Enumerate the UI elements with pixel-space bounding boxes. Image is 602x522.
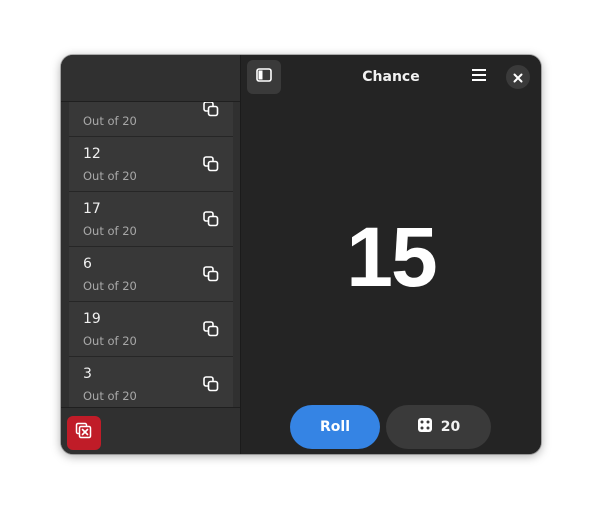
history-subtitle: Out of 20 [83,334,137,348]
history-subtitle: Out of 20 [83,114,137,128]
hamburger-menu-icon [471,67,487,87]
copy-icon[interactable] [201,319,221,339]
dice-icon [417,417,433,437]
close-button[interactable] [506,65,530,89]
history-subtitle: Out of 20 [83,169,137,183]
history-subtitle: Out of 20 [83,279,137,293]
main-content: Chance 15 Roll 20 [241,55,541,454]
roll-button[interactable]: Roll [290,405,380,449]
history-subtitle: Out of 20 [83,389,137,403]
history-row: 3 Out of 20 [69,357,233,407]
copy-icon[interactable] [201,209,221,229]
copy-icon[interactable] [201,264,221,284]
dice-selector-button[interactable]: 20 [386,405,491,449]
history-value: 17 [83,201,101,217]
main-menu-button[interactable] [467,65,491,89]
history-row: 6 Out of 20 [69,247,233,302]
history-value: 3 [83,366,92,382]
close-icon [513,68,523,87]
history-row: 17 Out of 20 [69,192,233,247]
history-row: 12 Out of 20 [69,137,233,192]
history-subtitle: Out of 20 [83,224,137,238]
app-window: Out of 20 12 Out of 20 17 Out of 20 6 Ou… [61,55,541,454]
history-sidebar: Out of 20 12 Out of 20 17 Out of 20 6 Ou… [61,55,241,454]
copy-icon[interactable] [201,154,221,174]
history-row: Out of 20 [69,102,233,137]
roll-result: 15 [346,210,437,304]
dice-sides-label: 20 [440,419,461,435]
sidebar-header [61,55,240,102]
history-value: 19 [83,311,101,327]
window-title: Chance [362,69,420,85]
roll-button-label: Roll [320,419,350,435]
clear-history-button[interactable] [67,416,101,450]
copy-icon[interactable] [201,374,221,394]
sidebar-footer [61,407,240,454]
history-value: 12 [83,146,101,162]
copy-icon[interactable] [201,102,221,119]
clear-history-icon [74,421,94,445]
history-value: 6 [83,256,92,272]
history-list[interactable]: Out of 20 12 Out of 20 17 Out of 20 6 Ou… [69,102,233,407]
history-row: 19 Out of 20 [69,302,233,357]
